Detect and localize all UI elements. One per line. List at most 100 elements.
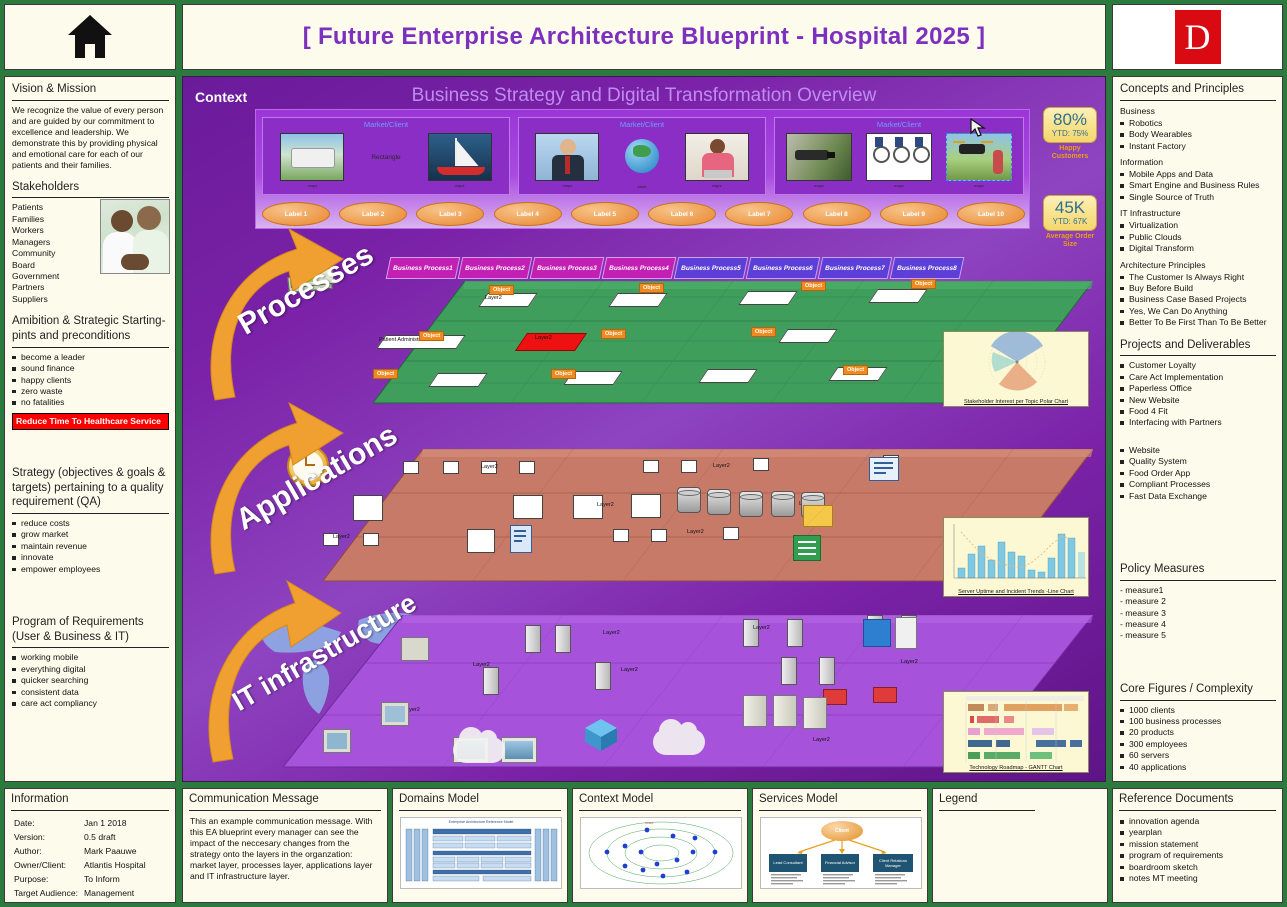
document-icon[interactable] bbox=[510, 525, 532, 553]
polar-chart-thumbnail[interactable]: Stakeholder Interest per Topic Polar Cha… bbox=[943, 330, 1089, 407]
home-button[interactable] bbox=[4, 4, 176, 70]
label-oval[interactable]: Label 8 bbox=[802, 202, 871, 226]
concepts-principles-list: The Customer Is Always Right Buy Before … bbox=[1120, 272, 1276, 329]
vision-title: Vision & Mission bbox=[12, 83, 97, 95]
application-node[interactable] bbox=[651, 529, 667, 542]
mail-icon[interactable] bbox=[803, 505, 833, 527]
it-node-label: Layer2 bbox=[473, 662, 490, 668]
list-item: sound finance bbox=[12, 363, 169, 374]
market-client-2[interactable]: Market/Client maps pasir maps bbox=[518, 117, 766, 195]
line-chart-thumbnail[interactable]: Server Uptime and Incident Trends -Line … bbox=[943, 517, 1089, 597]
label-oval[interactable]: Label 10 bbox=[956, 202, 1025, 226]
cloud-icon[interactable] bbox=[453, 727, 505, 763]
application-node[interactable] bbox=[681, 460, 697, 473]
market-client-1[interactable]: Market/Client maps Rectangle maps bbox=[262, 117, 510, 195]
gantt-chart-thumbnail[interactable]: Technology Roadmap - GANTT Chart bbox=[943, 691, 1089, 773]
application-node[interactable] bbox=[723, 527, 739, 540]
business-process[interactable]: Business Process7 bbox=[817, 257, 893, 279]
label-oval[interactable]: Label 1 bbox=[262, 202, 330, 226]
spreadsheet-icon[interactable] bbox=[793, 535, 821, 561]
database-icon[interactable] bbox=[739, 491, 763, 517]
object-tag[interactable]: Object bbox=[911, 279, 937, 289]
business-process[interactable]: Business Process5 bbox=[673, 257, 749, 279]
process-node[interactable] bbox=[778, 329, 838, 343]
database-icon[interactable] bbox=[677, 487, 701, 513]
object-tag[interactable]: Object bbox=[639, 283, 665, 293]
architecture-canvas[interactable]: Context Business Strategy and Digital Tr… bbox=[182, 76, 1106, 782]
object-tag[interactable]: Object bbox=[843, 365, 869, 375]
business-process[interactable]: Business Process6 bbox=[745, 257, 821, 279]
concepts-title: Concepts and Principles bbox=[1120, 83, 1245, 95]
workstation-icon[interactable] bbox=[401, 637, 429, 661]
business-process[interactable]: Business Process3 bbox=[529, 257, 605, 279]
process-node[interactable] bbox=[608, 293, 668, 307]
database-icon[interactable] bbox=[771, 491, 795, 517]
label-oval[interactable]: Label 4 bbox=[493, 202, 562, 226]
business-process[interactable]: Business Process2 bbox=[457, 257, 533, 279]
business-process[interactable]: Business Process8 bbox=[889, 257, 965, 279]
label-oval[interactable]: Label 2 bbox=[339, 202, 408, 226]
label-oval[interactable]: Label 6 bbox=[648, 202, 717, 226]
server-icon[interactable] bbox=[483, 667, 499, 695]
server-icon[interactable] bbox=[595, 662, 611, 690]
application-node[interactable] bbox=[643, 460, 659, 473]
rack-icon[interactable] bbox=[895, 617, 917, 649]
it-node-label: Layer2 bbox=[753, 625, 770, 631]
process-node[interactable] bbox=[738, 291, 798, 305]
business-process[interactable]: Business Process1 bbox=[385, 257, 461, 279]
storage-icon[interactable] bbox=[803, 697, 827, 729]
application-node[interactable] bbox=[519, 461, 535, 474]
storage-icon[interactable] bbox=[773, 695, 797, 727]
application-node[interactable] bbox=[753, 458, 769, 471]
server-icon[interactable] bbox=[781, 657, 797, 685]
services-model-thumbnail[interactable]: Client Lead Consultant Financial Advisor… bbox=[760, 817, 922, 889]
application-node[interactable] bbox=[443, 461, 459, 474]
application-node[interactable] bbox=[613, 529, 629, 542]
object-tag[interactable]: Object bbox=[801, 281, 827, 291]
label-oval[interactable]: Label 5 bbox=[570, 202, 639, 226]
cloud-icon[interactable] bbox=[653, 719, 705, 755]
domains-model-thumbnail[interactable]: Enterprise Architecture Reference Model bbox=[400, 817, 562, 889]
database-icon[interactable] bbox=[707, 489, 731, 515]
server-icon[interactable] bbox=[743, 619, 759, 647]
storage-icon[interactable] bbox=[743, 695, 767, 727]
workstation-icon[interactable] bbox=[381, 702, 409, 726]
process-node[interactable] bbox=[698, 369, 758, 383]
market-caption: Market/Client bbox=[619, 120, 665, 129]
application-node[interactable] bbox=[353, 495, 383, 521]
business-process[interactable]: Business Process4 bbox=[601, 257, 677, 279]
server-icon[interactable] bbox=[555, 625, 571, 653]
list-item: boardroom sketch bbox=[1120, 862, 1276, 873]
monitor-icon[interactable] bbox=[501, 737, 537, 763]
label-oval[interactable]: Label 7 bbox=[725, 202, 794, 226]
server-icon[interactable] bbox=[819, 657, 835, 685]
object-tag[interactable]: Object bbox=[751, 327, 777, 337]
rack-icon[interactable] bbox=[863, 619, 891, 647]
server-icon[interactable] bbox=[787, 619, 803, 647]
page-title-bar: [ Future Enterprise Architecture Bluepri… bbox=[182, 4, 1106, 70]
cube-icon[interactable] bbox=[583, 717, 619, 753]
process-node[interactable] bbox=[868, 289, 928, 303]
services-model-panel: Services Model Client Lead Consultant Fi… bbox=[752, 788, 928, 903]
object-tag[interactable]: Object bbox=[551, 369, 577, 379]
label-oval[interactable]: Label 9 bbox=[879, 202, 948, 226]
object-tag[interactable]: Object bbox=[419, 331, 445, 341]
concepts-group-label: Architecture Principles bbox=[1120, 259, 1206, 270]
application-node[interactable] bbox=[403, 461, 419, 474]
context-model-thumbnail[interactable]: Context bbox=[580, 817, 742, 889]
application-node[interactable] bbox=[467, 529, 495, 553]
application-node[interactable] bbox=[631, 494, 661, 518]
server-icon[interactable] bbox=[525, 625, 541, 653]
list-item: 300 employees bbox=[1120, 739, 1276, 750]
object-tag[interactable]: Object bbox=[489, 285, 515, 295]
process-node[interactable] bbox=[428, 373, 488, 387]
application-node[interactable] bbox=[363, 533, 379, 546]
list-item: Better To Be First Than To Be Better bbox=[1120, 317, 1276, 328]
rack-icon[interactable] bbox=[873, 687, 897, 703]
application-node[interactable] bbox=[513, 495, 543, 519]
label-oval[interactable]: Label 3 bbox=[416, 202, 485, 226]
requirements-list: working mobile everything digital quicke… bbox=[12, 652, 169, 709]
document-icon[interactable] bbox=[869, 457, 899, 481]
object-tag[interactable]: Object bbox=[601, 329, 627, 339]
object-tag[interactable]: Object bbox=[373, 369, 399, 379]
